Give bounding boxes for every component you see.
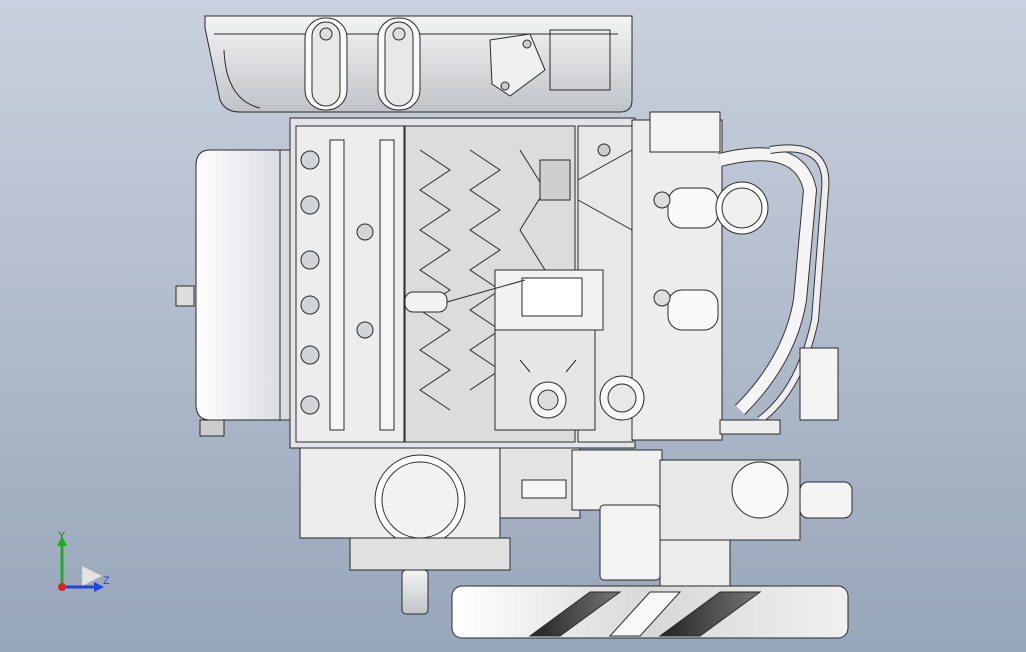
z-axis-label: Z [103,575,110,587]
top-cover [204,15,633,113]
left-side-cover [175,149,291,437]
cad-viewport[interactable]: Y Z [0,0,1026,652]
y-axis-label: Y [58,530,66,542]
cooling-fan [451,585,849,639]
coordinate-triad [57,536,104,592]
x-axis-dot [58,583,66,591]
engine-model[interactable] [0,0,1026,652]
